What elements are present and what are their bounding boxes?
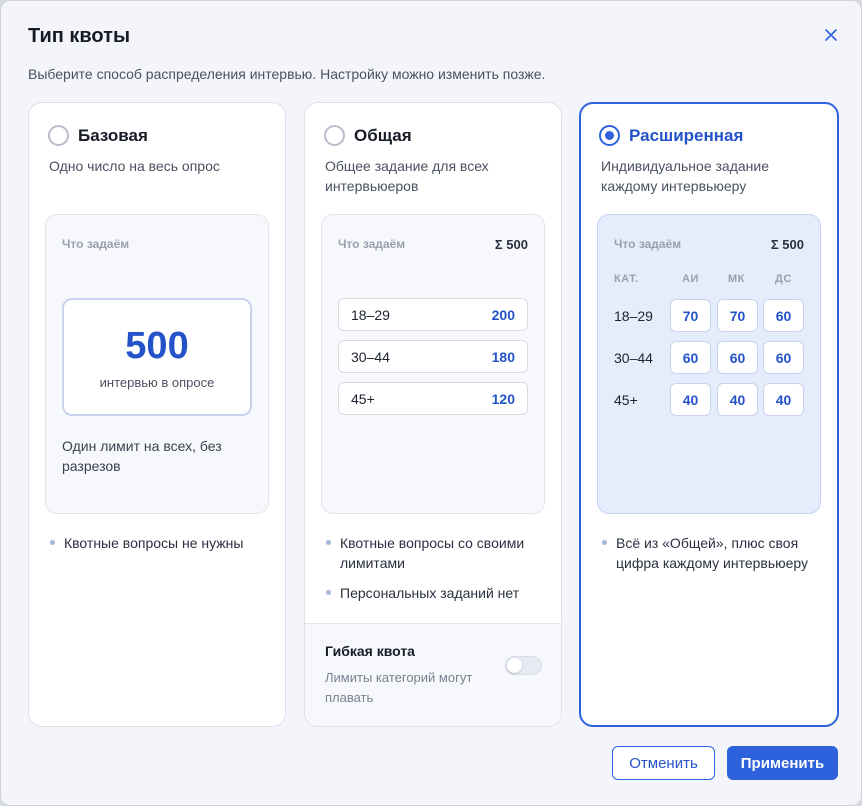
- extended-preview-panel: Что задаём Σ 500 КАТ. АИ МК ДС 18–29 70 …: [597, 214, 821, 514]
- grid-cell: 60: [763, 341, 804, 374]
- grid-cell: 60: [670, 341, 711, 374]
- extended-bullets: Всё из «Общей», плюс своя цифра каждому …: [601, 533, 816, 583]
- flexible-quota-description: Лимиты категорий могут плавать: [325, 670, 473, 705]
- general-panel-label: Что задаём: [338, 237, 406, 251]
- general-row: 30–44 180: [338, 340, 528, 373]
- general-preview-panel: Что задаём Σ 500 18–29 200 30–44 180 45+…: [321, 214, 545, 514]
- grid-cell: 60: [717, 341, 758, 374]
- grid-row-label: 45+: [614, 392, 638, 408]
- basic-bullets: Квотные вопросы не нужны: [49, 533, 269, 563]
- grid-cell: 70: [717, 299, 758, 332]
- bullet-item: Всё из «Общей», плюс своя цифра каждому …: [601, 533, 816, 573]
- row-value: 200: [491, 306, 515, 323]
- row-label: 45+: [351, 390, 375, 407]
- row-value: 120: [491, 390, 515, 407]
- grid-header-category: КАТ.: [614, 273, 639, 285]
- row-label: 18–29: [351, 306, 390, 323]
- card-extended-description: Индивидуальное задание каждому интервьюе…: [601, 158, 769, 194]
- basic-preview-panel: Что задаём 500 интервью в опросе Один ли…: [45, 214, 269, 514]
- basic-panel-label: Что задаём: [62, 237, 130, 251]
- close-icon: [825, 29, 837, 41]
- card-general[interactable]: Общая Общее задание для всех интервьюеро…: [304, 102, 562, 727]
- general-bullets: Квотные вопросы со своими лимитами Персо…: [325, 533, 545, 613]
- extended-panel-label: Что задаём: [614, 237, 682, 251]
- card-extended-name: Расширенная: [629, 125, 744, 145]
- close-button[interactable]: [819, 23, 843, 47]
- card-basic-name: Базовая: [78, 125, 148, 145]
- grid-header-col: АИ: [682, 273, 699, 285]
- grid-cell: 40: [763, 383, 804, 416]
- card-extended-header[interactable]: Расширенная: [599, 125, 743, 146]
- card-basic-description: Одно число на весь опрос: [49, 158, 220, 174]
- card-basic-header[interactable]: Базовая: [48, 125, 148, 146]
- bullet-item: Квотные вопросы со своими лимитами: [325, 533, 545, 573]
- grid-header-col: МК: [728, 273, 745, 285]
- apply-button[interactable]: Применить: [727, 746, 838, 780]
- basic-total-caption: интервью в опросе: [99, 375, 215, 390]
- quota-type-dialog: Тип квоты Выберите способ распределения …: [0, 0, 862, 806]
- grid-cell: 60: [763, 299, 804, 332]
- radio-extended[interactable]: [599, 125, 620, 146]
- dialog-subtitle: Выберите способ распределения интервью. …: [28, 66, 546, 82]
- basic-total-box: 500 интервью в опросе: [62, 298, 252, 416]
- grid-cell: 40: [670, 383, 711, 416]
- card-basic[interactable]: Базовая Одно число на весь опрос Что зад…: [28, 102, 286, 727]
- grid-cell: 40: [717, 383, 758, 416]
- basic-total-value: 500: [125, 325, 189, 367]
- flexible-quota-toggle[interactable]: [505, 656, 542, 675]
- flexible-quota-section: Гибкая квота Лимиты категорий могут плав…: [305, 623, 561, 726]
- grid-row-label: 18–29: [614, 308, 653, 324]
- bullet-item: Персональных заданий нет: [325, 583, 545, 603]
- toggle-knob: [507, 658, 522, 673]
- row-label: 30–44: [351, 348, 390, 365]
- grid-cell: 70: [670, 299, 711, 332]
- row-value: 180: [491, 348, 515, 365]
- grid-header-col: ДС: [775, 273, 792, 285]
- bullet-item: Квотные вопросы не нужны: [49, 533, 269, 553]
- card-extended[interactable]: Расширенная Индивидуальное задание каждо…: [579, 102, 839, 727]
- grid-row-label: 30–44: [614, 350, 653, 366]
- radio-basic[interactable]: [48, 125, 69, 146]
- basic-panel-note: Один лимит на всех, без разрезов: [62, 438, 222, 474]
- general-row: 18–29 200: [338, 298, 528, 331]
- cancel-button[interactable]: Отменить: [612, 746, 715, 780]
- general-row: 45+ 120: [338, 382, 528, 415]
- card-general-header[interactable]: Общая: [324, 125, 412, 146]
- general-panel-sum: Σ 500: [494, 237, 528, 252]
- flexible-quota-title: Гибкая квота: [325, 643, 415, 659]
- extended-panel-sum: Σ 500: [770, 237, 804, 252]
- dialog-title: Тип квоты: [28, 25, 131, 47]
- card-general-name: Общая: [354, 125, 412, 145]
- radio-general[interactable]: [324, 125, 345, 146]
- card-general-description: Общее задание для всех интервьюеров: [325, 158, 489, 194]
